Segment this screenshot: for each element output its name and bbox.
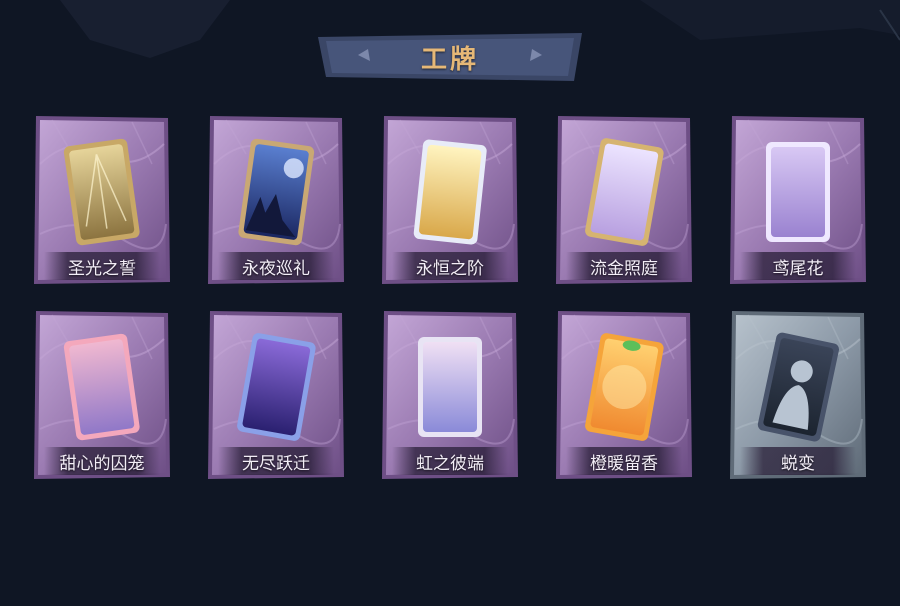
badge-label: 圣光之誓: [44, 252, 160, 280]
badge-card[interactable]: 甜心的囚笼: [32, 309, 172, 481]
badge-card[interactable]: 流金照庭: [554, 114, 694, 286]
badge-label: 永恒之阶: [392, 252, 508, 280]
badge-card[interactable]: 虹之彼端: [380, 309, 520, 481]
badge-label: 虹之彼端: [392, 447, 508, 475]
badge-label: 蜕变: [740, 447, 856, 475]
badge-card[interactable]: 永恒之阶: [380, 114, 520, 286]
title-banner: 工牌: [318, 33, 582, 81]
badge-label: 永夜巡礼: [218, 252, 334, 280]
badge-card[interactable]: 橙暖留香: [554, 309, 694, 481]
badge-card[interactable]: 永夜巡礼: [206, 114, 346, 286]
badge-label: 甜心的囚笼: [44, 447, 160, 475]
badge-label: 鸢尾花: [740, 252, 856, 280]
background-decoration: [60, 0, 900, 58]
badge-card[interactable]: 鸢尾花: [728, 114, 868, 286]
badge-label: 无尽跃迁: [218, 447, 334, 475]
badge-card[interactable]: 圣光之誓: [32, 114, 172, 286]
badge-card[interactable]: 无尽跃迁: [206, 309, 346, 481]
badge-label: 橙暖留香: [566, 447, 682, 475]
page-title: 工牌: [420, 44, 479, 75]
badge-label: 流金照庭: [566, 252, 682, 280]
badge-card[interactable]: 蜕变: [728, 309, 868, 481]
